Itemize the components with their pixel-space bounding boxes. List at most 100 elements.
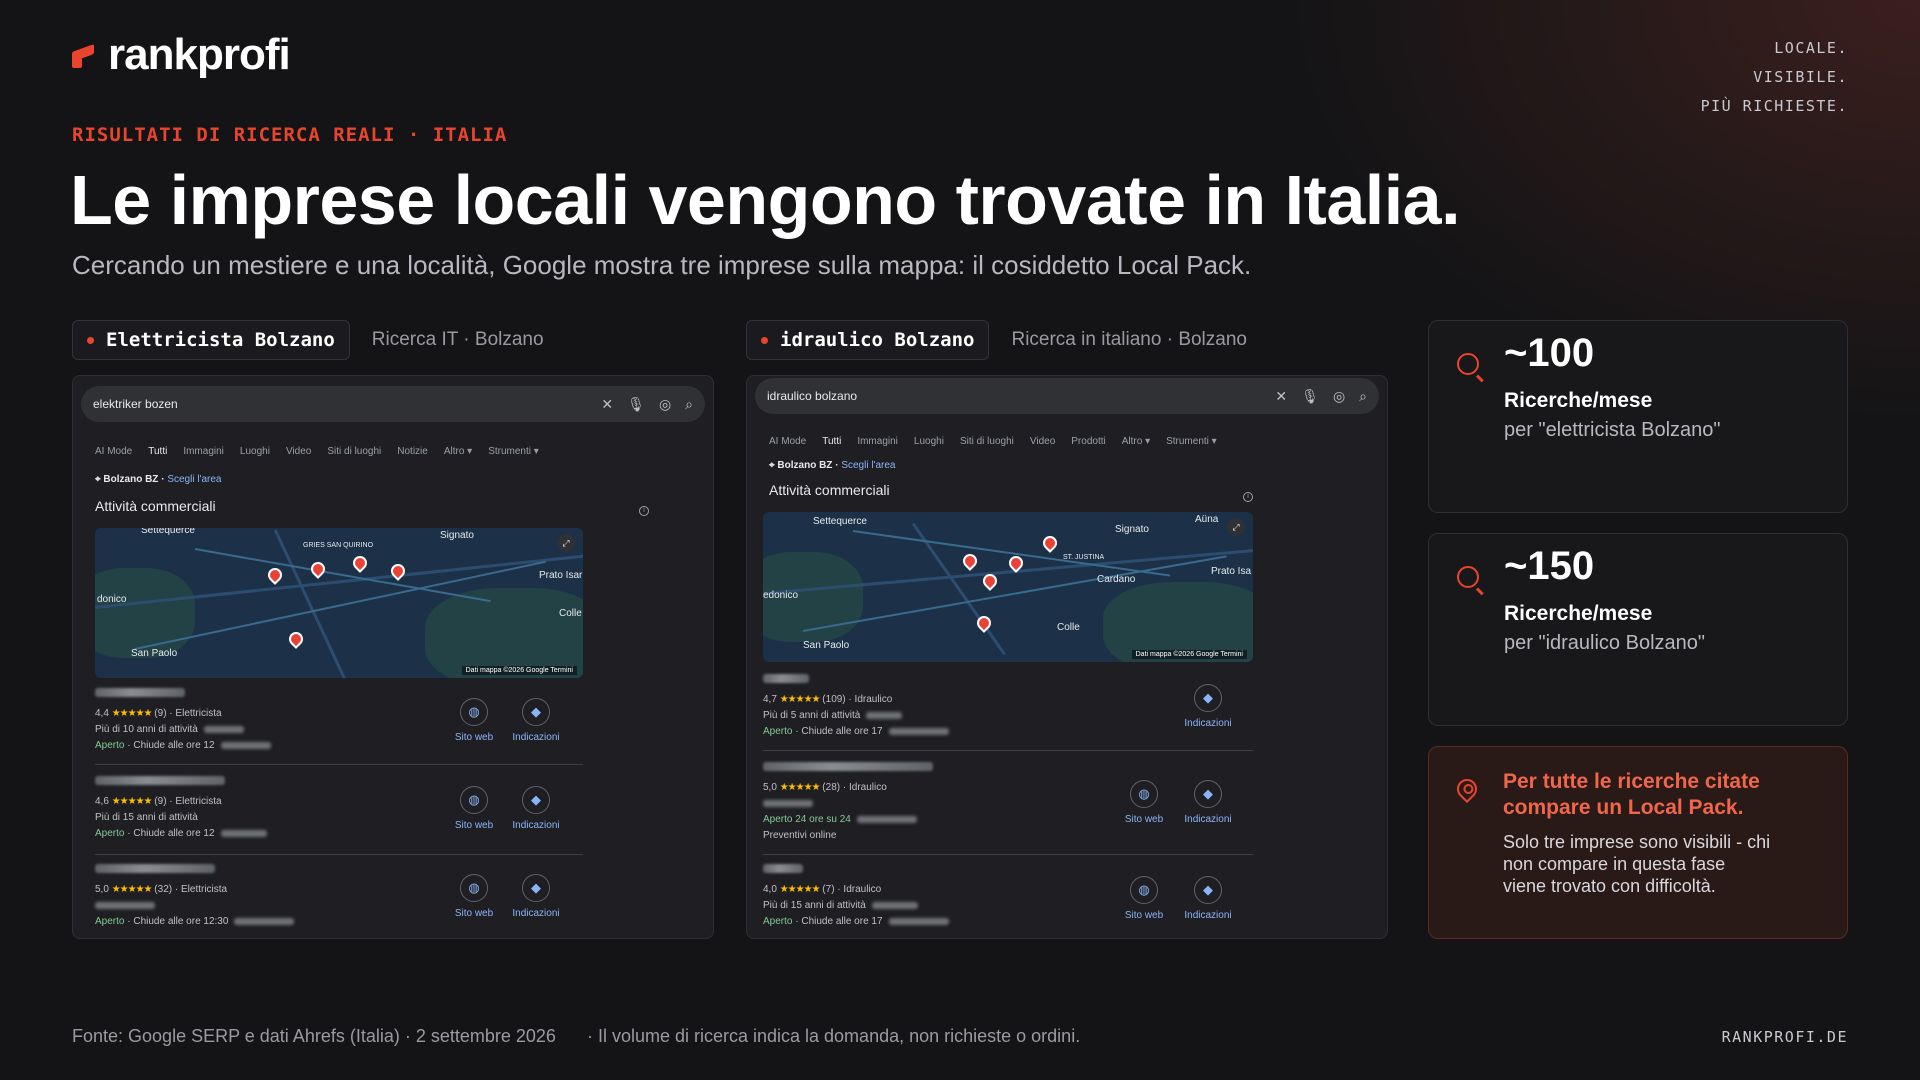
local-pack-map[interactable]: Settequerce Signato Prato Isar Colle San… (95, 528, 583, 678)
info-icon[interactable]: i (1243, 492, 1253, 502)
map-place: Signato (440, 530, 474, 541)
footer-site[interactable]: RANKPROFI.DE (1722, 1028, 1848, 1046)
listing-open-status: Aperto (95, 740, 125, 751)
website-button[interactable]: ◍ Sito web (443, 786, 505, 831)
tab-tutti[interactable]: Tutti (148, 446, 167, 457)
website-button[interactable]: ◍ Sito web (1113, 780, 1175, 825)
star-rating-icon: ★★★★★ (779, 694, 821, 705)
listing-rating: 5,0 (763, 782, 777, 793)
listing-hours: · Chiude alle ore 12 (127, 828, 215, 839)
location-name: Bolzano BZ (103, 474, 159, 485)
tab-altro[interactable]: Altro ▾ (444, 446, 472, 457)
business-listing-3[interactable]: 4,0 ★★★★★ (7) · Idraulico Più di 15 anni… (763, 864, 949, 930)
tab-strumenti[interactable]: Strumenti ▾ (488, 446, 539, 457)
directions-button[interactable]: ◆ Indicazioni (505, 698, 567, 743)
lens-icon[interactable]: ◎ (1333, 388, 1345, 405)
star-rating-icon: ★★★★★ (111, 708, 153, 719)
local-pack-map[interactable]: Settequerce Signato Aüna Prato Isa Carda… (763, 512, 1253, 662)
tab-video[interactable]: Video (286, 446, 311, 457)
map-pin[interactable] (265, 565, 285, 585)
tab-ai-mode[interactable]: AI Mode (95, 446, 132, 457)
mic-icon[interactable]: 🎙 (627, 396, 645, 413)
business-listing-2[interactable]: 5,0 ★★★★★ (28) · Idraulico Aperto 24 ore… (763, 762, 933, 844)
search-input[interactable]: elektriker bozen (93, 397, 587, 411)
listing-years: Più di 15 anni di attività (95, 812, 198, 823)
map-pin[interactable] (1040, 533, 1060, 553)
website-button[interactable]: ◍ Sito web (1113, 876, 1175, 921)
divider (763, 854, 1253, 855)
directions-button[interactable]: ◆ Indicazioni (505, 874, 567, 919)
tab-prodotti[interactable]: Prodotti (1071, 436, 1105, 447)
map-place: donico (97, 594, 127, 605)
tab-immagini[interactable]: Immagini (857, 436, 898, 447)
map-pin[interactable] (308, 559, 328, 579)
stat-card-1: ~100 Ricerche/mese per "elettricista Bol… (1428, 320, 1848, 513)
tab-luoghi[interactable]: Luoghi (914, 436, 944, 447)
listing-extra: Preventivi online (763, 830, 837, 841)
query-text: idraulico Bolzano (780, 329, 975, 351)
tab-siti-luoghi[interactable]: Siti di luoghi (960, 436, 1014, 447)
website-button[interactable]: ◍ Sito web (443, 698, 505, 743)
expand-map-icon[interactable]: ⤢ (557, 534, 575, 552)
directions-button[interactable]: ◆ Indicazioni (505, 786, 567, 831)
tab-luoghi[interactable]: Luoghi (240, 446, 270, 457)
info-icon[interactable]: i (639, 506, 649, 516)
listing-reviews: (109) (822, 694, 846, 705)
tab-notizie[interactable]: Notizie (397, 446, 428, 457)
business-listing-1[interactable]: 4,4 ★★★★★ (9) · Elettricista Più di 10 a… (95, 688, 271, 754)
choose-area-link[interactable]: Scegli l'area (167, 474, 221, 485)
query-header-2: idraulico Bolzano Ricerca in italiano · … (746, 320, 1247, 360)
directions-button[interactable]: ◆ Indicazioni (1177, 780, 1239, 825)
divider (95, 764, 583, 765)
stat-sub: per "elettricista Bolzano" (1504, 419, 1721, 441)
stat-value: ~100 (1504, 331, 1595, 375)
tab-tutti[interactable]: Tutti (822, 436, 841, 447)
search-bar[interactable]: elektriker bozen ✕ 🎙 ◎ ⌕ (81, 386, 705, 422)
map-pin[interactable] (960, 551, 980, 571)
choose-area-link[interactable]: Scegli l'area (841, 460, 895, 471)
tab-altro[interactable]: Altro ▾ (1122, 436, 1150, 447)
directions-label: Indicazioni (1184, 814, 1232, 825)
location-line: ⌖ Bolzano BZ · Scegli l'area (95, 474, 222, 485)
website-label: Sito web (454, 908, 494, 919)
business-name-blurred (95, 864, 215, 873)
dot-icon (87, 336, 94, 344)
map-place: ST. JUSTINA (1063, 554, 1105, 561)
business-listing-3[interactable]: 5,0 ★★★★★ (32) · Elettricista Aperto · C… (95, 864, 295, 930)
tab-video[interactable]: Video (1030, 436, 1055, 447)
clear-icon[interactable]: ✕ (1275, 388, 1287, 405)
search-icon[interactable]: ⌕ (685, 396, 693, 413)
search-input[interactable]: idraulico bolzano (767, 389, 1261, 403)
search-icon[interactable]: ⌕ (1359, 388, 1367, 405)
mic-icon[interactable]: 🎙 (1301, 388, 1319, 405)
map-place: Signato (1115, 524, 1149, 535)
tab-ai-mode[interactable]: AI Mode (769, 436, 806, 447)
clear-icon[interactable]: ✕ (601, 396, 613, 413)
directions-icon: ◆ (522, 874, 550, 902)
map-pin[interactable] (388, 561, 408, 581)
business-name-blurred (763, 762, 933, 771)
directions-button[interactable]: ◆ Indicazioni (1177, 876, 1239, 921)
expand-map-icon[interactable]: ⤢ (1227, 518, 1245, 536)
directions-button[interactable]: ◆ Indicazioni (1177, 684, 1239, 729)
brand-logo[interactable]: rankprofi (72, 30, 291, 80)
lens-icon[interactable]: ◎ (659, 396, 671, 413)
location-name: Bolzano BZ (777, 460, 833, 471)
map-place: Colle (1057, 622, 1080, 633)
directions-label: Indicazioni (1184, 718, 1232, 729)
directions-label: Indicazioni (1184, 910, 1232, 921)
website-button[interactable]: ◍ Sito web (443, 874, 505, 919)
tab-immagini[interactable]: Immagini (183, 446, 224, 457)
search-bar[interactable]: idraulico bolzano ✕ 🎙 ◎ ⌕ (755, 378, 1379, 414)
eyebrow: RISULTATI DI RICERCA REALI · ITALIA (72, 124, 508, 146)
map-pin[interactable] (286, 629, 306, 649)
star-rating-icon: ★★★★★ (779, 782, 821, 793)
tab-siti-luoghi[interactable]: Siti di luoghi (327, 446, 381, 457)
business-listing-1[interactable]: 4,7 ★★★★★ (109) · Idraulico Più di 5 ann… (763, 674, 949, 740)
map-place: Aüna (1195, 514, 1219, 525)
star-rating-icon: ★★★★★ (111, 796, 153, 807)
map-pin[interactable] (350, 553, 370, 573)
directions-icon: ◆ (1194, 876, 1222, 904)
tab-strumenti[interactable]: Strumenti ▾ (1166, 436, 1217, 447)
business-listing-2[interactable]: 4,6 ★★★★★ (9) · Elettricista Più di 15 a… (95, 776, 267, 842)
